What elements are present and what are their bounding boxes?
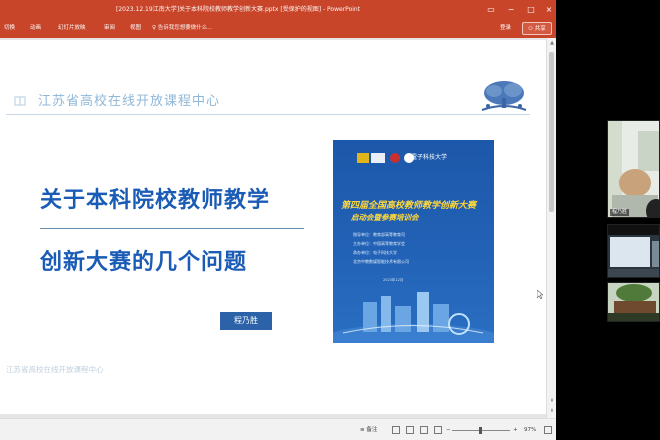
tell-me-placeholder: 告诉我您想要做什么... (157, 25, 213, 31)
prev-slide-icon[interactable]: ⇞ (549, 398, 555, 404)
minimize-icon[interactable]: − (500, 0, 522, 19)
poster-org-line: 指导单位：教育部高等教育司 (353, 232, 405, 237)
zoom-in-icon[interactable]: + (513, 419, 518, 440)
tree-logo (481, 81, 527, 111)
title-bar: [2023.12.19江南大学]关于本科院校教师教学创新大赛.pptx [受保护… (0, 0, 556, 19)
scroll-thumb[interactable] (549, 52, 554, 212)
slide-heading-line1: 关于本科院校教师教学 (40, 188, 271, 213)
person-icon: ⚇ (528, 26, 533, 32)
tab-slideshow[interactable]: 幻灯片放映 (58, 19, 86, 38)
poster-title: 第四届全国高校教师教学创新大赛 (341, 201, 477, 211)
poster-decoration (333, 292, 494, 343)
participant-video (608, 225, 659, 277)
notes-icon: ≡ (360, 427, 365, 433)
notes-button[interactable]: ≡ 备注 (360, 419, 377, 440)
share-label: 共享 (534, 26, 546, 32)
ribbon-display-icon[interactable]: ▭ (480, 0, 502, 19)
poster-organizers: 指导单位：教育部高等教育司 主办单位：中国高等教育学会 承办单位：电子科技大学 … (353, 230, 409, 266)
screen: [2023.12.19江南大学]关于本科院校教师教学创新大赛.pptx [受保护… (0, 0, 660, 440)
participant-video-tile[interactable] (607, 224, 660, 278)
participant-video-tile[interactable] (607, 282, 660, 322)
status-bar: ≡ 备注 − + 97% (0, 418, 556, 440)
notes-label: 备注 (366, 427, 378, 433)
tab-transitions[interactable]: 切换 (4, 19, 15, 38)
slide-heading-line2: 创新大赛的几个问题 (40, 250, 248, 275)
event-poster-image: 電子科技大学 第四届全国高校教师教学创新大赛 启动会暨参赛培训会 指导单位：教育… (333, 140, 494, 343)
school-emblem-icon (14, 96, 26, 106)
slide-footer: 江苏省高校在线开放课程中心 (6, 365, 104, 374)
zoom-out-icon[interactable]: − (446, 419, 451, 440)
next-slide-icon[interactable]: ⇟ (549, 408, 555, 414)
tab-view[interactable]: 视图 (130, 19, 141, 38)
reading-view-icon[interactable] (420, 426, 428, 434)
tell-me-search[interactable]: ♀ 告诉我您想要做什么... (152, 19, 213, 38)
poster-date: 2023年12月 (383, 278, 404, 282)
close-icon[interactable]: × (538, 0, 560, 19)
powerpoint-window: [2023.12.19江南大学]关于本科院校教师教学创新大赛.pptx [受保护… (0, 0, 556, 440)
mouse-cursor-icon (537, 290, 543, 299)
ribbon-tabs: 切换 动画 幻灯片放映 审阅 视图 ♀ 告诉我您想要做什么... 登录 ⚇ 共享 (0, 19, 556, 38)
heading-divider (40, 228, 304, 229)
poster-subtitle: 启动会暨参赛培训会 (351, 213, 419, 222)
normal-view-icon[interactable] (392, 426, 400, 434)
participant-name: 程乃胜 (610, 209, 630, 216)
tab-review[interactable]: 审阅 (104, 19, 115, 38)
school-header-text: 江苏省高校在线开放课程中心 (38, 94, 221, 109)
zoom-level[interactable]: 97% (524, 419, 536, 440)
scroll-up-icon[interactable]: ▲ (549, 40, 555, 46)
presenter-badge: 程乃胜 (220, 312, 272, 330)
sorter-view-icon[interactable] (406, 426, 414, 434)
poster-university-name: 電子科技大学 (411, 154, 448, 161)
poster-org-line: 承办单位：电子科技大学 (353, 250, 397, 255)
tab-animations[interactable]: 动画 (30, 19, 41, 38)
zoom-slider-knob[interactable] (479, 427, 482, 434)
header-divider (6, 114, 530, 115)
vertical-scrollbar[interactable]: ▲ ⇞ ⇟ (546, 38, 556, 418)
poster-org-line: 北京中教数媒智能技术有限公司 (353, 259, 409, 264)
participant-video (608, 283, 659, 321)
slideshow-view-icon[interactable] (434, 426, 442, 434)
poster-org-line: 主办单位：中国高等教育学会 (353, 241, 405, 246)
lightbulb-icon: ♀ (152, 25, 157, 31)
participant-video (608, 121, 659, 217)
sign-in-link[interactable]: 登录 (500, 19, 511, 38)
window-title: [2023.12.19江南大学]关于本科院校教师教学创新大赛.pptx [受保护… (116, 6, 361, 13)
share-button[interactable]: ⚇ 共享 (522, 22, 552, 35)
participant-video-tile[interactable]: 程乃胜 (607, 120, 660, 218)
slide-canvas[interactable]: 江苏省高校在线开放课程中心 关于本科院校教师教学 创新大赛的几个问题 程乃胜 電… (0, 40, 546, 414)
fit-to-window-icon[interactable] (544, 426, 552, 434)
